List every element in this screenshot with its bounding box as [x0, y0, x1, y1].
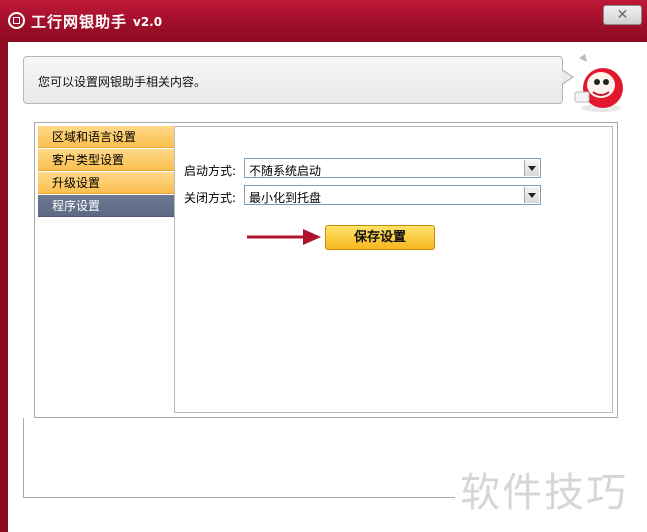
sidebar-item-program-settings[interactable]: 程序设置: [38, 195, 174, 217]
bottom-frame: [23, 418, 463, 498]
startup-mode-label: 启动方式:: [184, 164, 237, 178]
watermark-text: 软件技巧: [460, 470, 628, 516]
close-mode-label: 关闭方式:: [184, 191, 237, 205]
info-message: 您可以设置网银助手相关内容。: [38, 75, 207, 89]
settings-sidebar: 区域和语言设置 客户类型设置 升级设置 程序设置: [38, 126, 174, 413]
pointer-arrow-icon: [247, 229, 321, 245]
sidebar-item-upgrade[interactable]: 升级设置: [38, 172, 174, 194]
app-logo-icon: [8, 12, 25, 29]
save-settings-button[interactable]: 保存设置: [325, 225, 435, 250]
settings-panel: 区域和语言设置 客户类型设置 升级设置 程序设置 启动方式: 不随系统启动 关闭…: [34, 122, 618, 418]
settings-content: 启动方式: 不随系统启动 关闭方式: 最小化到托盘 保存设置: [174, 126, 613, 413]
chevron-down-icon[interactable]: [524, 187, 539, 203]
startup-mode-select[interactable]: 不随系统启动: [244, 158, 541, 178]
info-bubble: 您可以设置网银助手相关内容。: [23, 56, 574, 104]
mascot-icon: [574, 54, 623, 112]
chevron-down-icon[interactable]: [524, 160, 539, 176]
close-icon: ✕: [616, 7, 629, 23]
startup-mode-value: 不随系统启动: [249, 164, 322, 178]
close-mode-select[interactable]: 最小化到托盘: [244, 185, 541, 205]
close-mode-value: 最小化到托盘: [249, 191, 322, 205]
window-version: v2.0: [133, 15, 163, 29]
window-title: 工行网银助手: [31, 13, 128, 31]
title-bar[interactable]: 工行网银助手 v2.0 ✕: [0, 0, 647, 42]
close-button[interactable]: ✕: [603, 5, 642, 25]
sidebar-item-region-language[interactable]: 区域和语言设置: [38, 126, 174, 148]
sidebar-item-customer-type[interactable]: 客户类型设置: [38, 149, 174, 171]
